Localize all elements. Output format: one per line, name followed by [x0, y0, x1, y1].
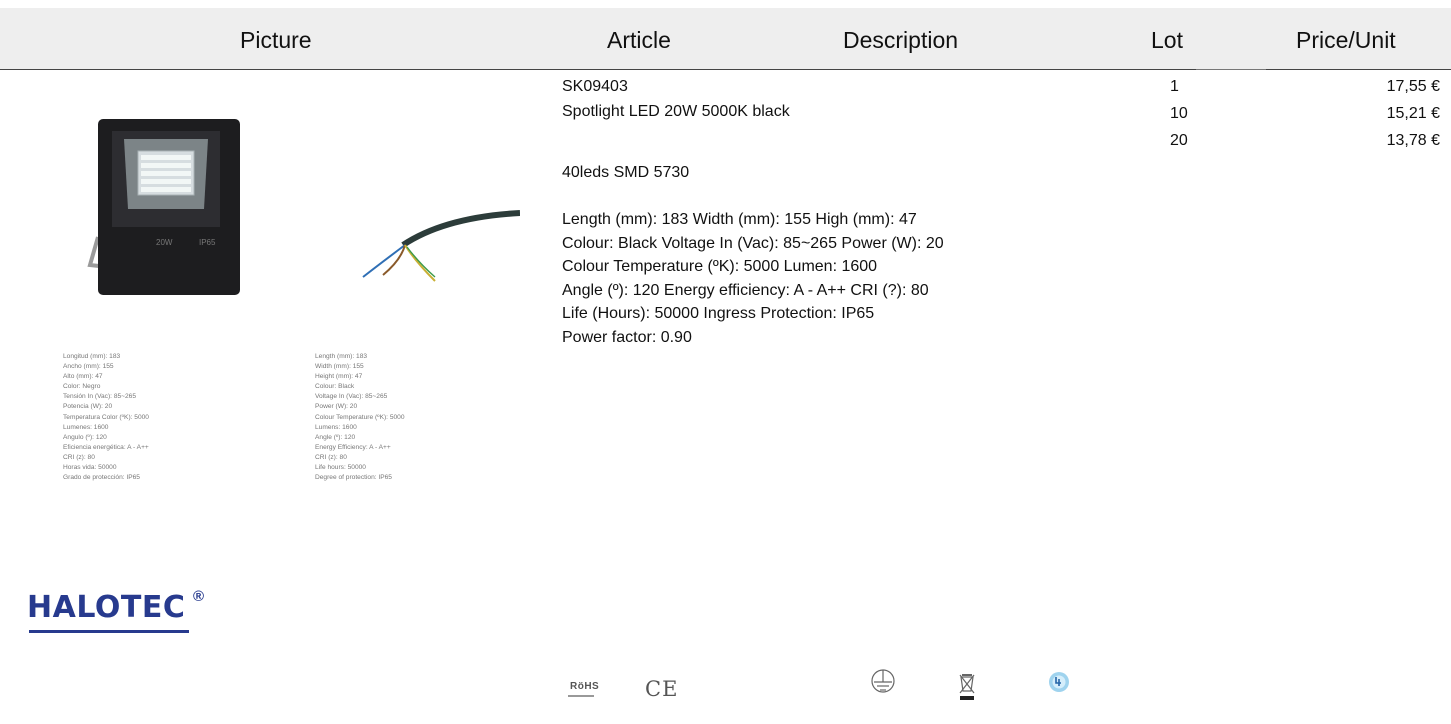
spec-row: Power factor: 0.90 — [562, 328, 692, 346]
header-picture: Picture — [240, 27, 312, 53]
spec-line: Length (mm): 183 — [315, 353, 368, 360]
spec-row: Length (mm): 183 Width (mm): 155 High (m… — [562, 211, 917, 228]
logo-underline — [29, 630, 189, 633]
spec-line: Potencia (W): 20 — [63, 403, 113, 411]
spec-line: Degree of protection: IP65 — [315, 474, 392, 482]
spec-line: Color: Negro — [63, 383, 101, 391]
spec-line: Colour Temperature (ºK): 5000 — [315, 413, 405, 421]
lot-value: 20 — [1170, 132, 1188, 149]
spec-line: CRI (z): 80 — [63, 453, 95, 461]
spec-row: Colour Temperature (ºK): 5000 Lumen: 160… — [562, 258, 878, 275]
spec-line: Lumens: 1600 — [315, 423, 357, 431]
spec-sheet-spanish: Longitud (mm): 183 Ancho (mm): 155 Alto … — [63, 352, 149, 483]
spec-row: Colour: Black Voltage In (Vac): 85~265 P… — [562, 234, 944, 252]
housing-label-left: 20W — [156, 238, 173, 247]
header-price: Price/Unit — [1296, 27, 1396, 53]
spec-line: Power (W): 20 — [315, 403, 358, 411]
spec-row: Life (Hours): 50000 Ingress Protection: … — [562, 305, 875, 322]
header-lot: Lot — [1151, 27, 1183, 53]
spec-line: Horas vida: 50000 — [63, 464, 117, 472]
logo-text: HALOTEC — [27, 590, 186, 625]
spec-line: Angle (º): 120 — [315, 433, 356, 441]
ip65-icon — [1049, 672, 1069, 692]
price-column: 17,55 € 15,21 € 13,78 € — [1387, 77, 1440, 158]
spotlight-image: 20W IP65 — [87, 119, 240, 295]
registered-mark: ® — [193, 588, 205, 605]
housing-label-right: IP65 — [199, 238, 216, 247]
ground-symbol-icon — [871, 669, 895, 693]
spec-line: Voltage In (Vac): 85~265 — [315, 393, 388, 401]
weee-bin-icon — [959, 674, 975, 700]
cable-image — [362, 210, 520, 282]
spec-line: Alto (mm): 47 — [63, 373, 103, 381]
article-name: Spotlight LED 20W 5000K black — [562, 103, 790, 120]
rohs-underline — [568, 695, 594, 697]
lot-column: 1 10 20 — [1170, 77, 1188, 158]
spec-line: Ancho (mm): 155 — [63, 363, 114, 371]
header-article: Article — [607, 27, 671, 53]
rohs-icon: RöHS — [570, 681, 600, 692]
halotec-logo: HALOTEC ® — [27, 588, 204, 633]
header-description: Description — [843, 27, 959, 53]
spec-line: Tensión In (Vac): 85~265 — [63, 393, 137, 401]
spec-line: Eficiencia energética: A - A++ — [63, 443, 149, 451]
spec-line: Longitud (mm): 183 — [63, 353, 121, 360]
lot-value: 10 — [1170, 105, 1188, 122]
spec-line: Grado de protección: IP65 — [63, 474, 140, 482]
spec-line: Life hours: 50000 — [315, 464, 366, 472]
spec-row: Angle (º): 120 Energy efficiency: A - A+… — [562, 281, 929, 299]
spec-line: Lumenes: 1600 — [63, 423, 109, 431]
spec-line: CRI (z): 80 — [315, 453, 347, 461]
spec-line: Temperatura Color (ºK): 5000 — [63, 413, 149, 421]
spec-line: Width (mm): 155 — [315, 363, 364, 371]
price-value: 17,55 € — [1386, 78, 1440, 95]
spec-line: Colour: Black — [315, 383, 355, 391]
led-count: 40leds SMD 5730 — [562, 164, 690, 181]
price-value: 15,21 € — [1386, 105, 1440, 122]
product-specs: Length (mm): 183 Width (mm): 155 High (m… — [562, 208, 944, 349]
table-header: Picture Article Description Lot Price/Un… — [0, 8, 1451, 70]
spec-line: Angulo (º): 120 — [63, 433, 107, 441]
spec-line: Energy Efficiency: A - A++ — [315, 443, 391, 451]
ce-mark-icon: CE — [645, 677, 679, 701]
price-value: 13,78 € — [1386, 132, 1440, 149]
spec-line: Height (mm): 47 — [315, 373, 363, 381]
article-code: SK09403 — [562, 78, 628, 95]
lot-value: 1 — [1170, 78, 1179, 95]
header-divider — [1196, 69, 1266, 70]
spec-sheet-english: Length (mm): 183 Width (mm): 155 Height … — [315, 352, 405, 483]
